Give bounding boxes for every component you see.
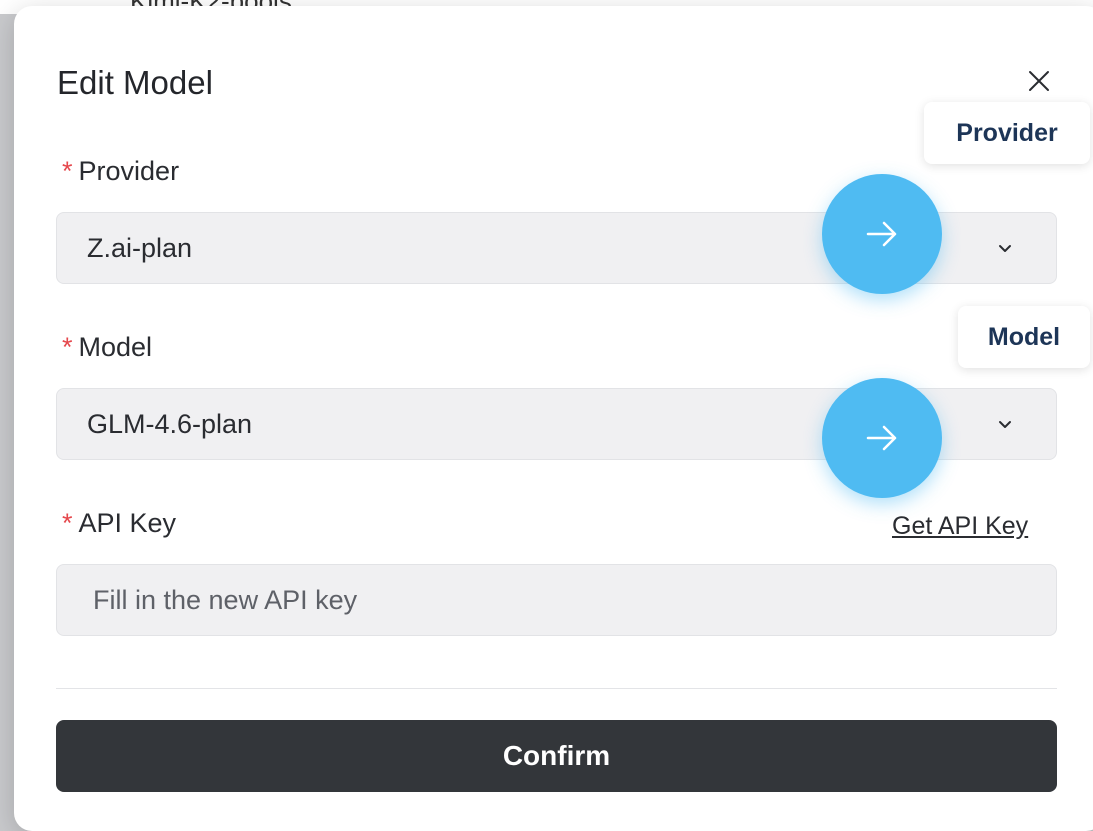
provider-tooltip: Provider xyxy=(924,102,1090,164)
provider-pointer[interactable] xyxy=(822,174,942,294)
close-button[interactable] xyxy=(1022,64,1056,98)
dialog-title: Edit Model xyxy=(57,64,213,101)
close-icon xyxy=(1029,71,1049,91)
api-key-label-text: API Key xyxy=(78,508,177,538)
provider-label-text: Provider xyxy=(78,156,180,186)
chevron-down-icon xyxy=(993,413,1017,437)
model-label-text: Model xyxy=(78,332,153,362)
provider-label: * Provider xyxy=(62,156,179,187)
chevron-down-icon xyxy=(993,237,1017,261)
provider-select-value: Z.ai-plan xyxy=(87,233,193,263)
arrow-right-icon xyxy=(866,425,897,451)
get-api-key-link[interactable]: Get API Key xyxy=(892,512,1028,541)
divider xyxy=(56,688,1057,689)
confirm-button[interactable]: Confirm xyxy=(56,720,1057,792)
api-key-label: * API Key xyxy=(62,508,176,539)
required-mark: * xyxy=(62,332,73,362)
model-select-value: GLM-4.6-plan xyxy=(87,409,253,439)
model-label: * Model xyxy=(62,332,152,363)
required-mark: * xyxy=(62,156,73,186)
api-key-field[interactable] xyxy=(56,564,1057,636)
model-pointer[interactable] xyxy=(822,378,942,498)
arrow-right-icon xyxy=(866,221,897,247)
required-mark: * xyxy=(62,508,73,538)
api-key-input[interactable] xyxy=(57,565,1056,635)
model-tooltip: Model xyxy=(958,306,1090,368)
